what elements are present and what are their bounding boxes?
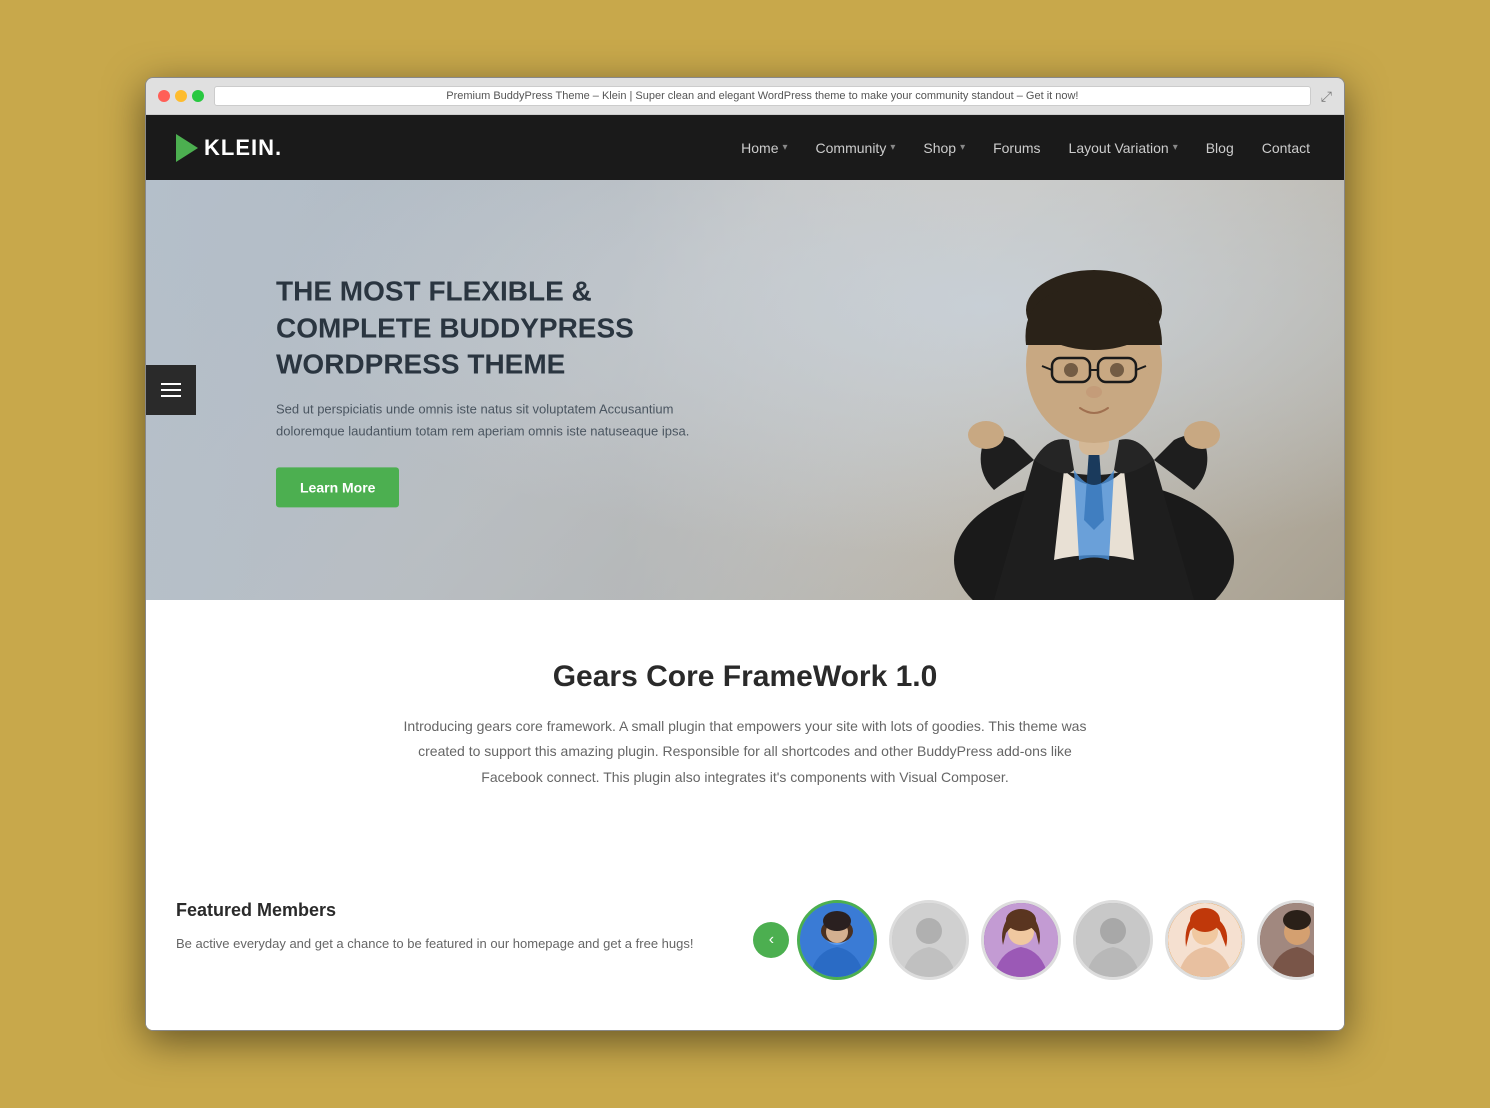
hero-content: THE MOST FLEXIBLE & COMPLETE BUDDYPRESS … xyxy=(276,274,716,507)
hamburger-line-2 xyxy=(161,389,181,391)
site-content: KLEIN. Home ▾ Community ▾ Shop ▾ Forums xyxy=(146,115,1344,1030)
hero-illustration xyxy=(894,180,1294,600)
nav-item-layout[interactable]: Layout Variation ▾ xyxy=(1065,132,1182,164)
nav-label-shop: Shop xyxy=(923,140,956,156)
member-avatar-1[interactable] xyxy=(797,900,877,980)
close-button[interactable] xyxy=(158,90,170,102)
features-description: Introducing gears core framework. A smal… xyxy=(395,714,1095,790)
nav-label-forums: Forums xyxy=(993,140,1040,156)
navbar: KLEIN. Home ▾ Community ▾ Shop ▾ Forums xyxy=(146,115,1344,180)
logo[interactable]: KLEIN. xyxy=(176,134,282,162)
nav-item-home[interactable]: Home ▾ xyxy=(737,132,791,164)
maximize-button[interactable] xyxy=(192,90,204,102)
avatar-image-1 xyxy=(800,903,874,977)
nav-arrow-shop: ▾ xyxy=(960,142,965,153)
features-section: Gears Core FrameWork 1.0 Introducing gea… xyxy=(146,600,1344,880)
member-avatar-6[interactable] xyxy=(1257,900,1314,980)
window-controls xyxy=(158,90,204,102)
member-avatar-2[interactable] xyxy=(889,900,969,980)
nav-item-community[interactable]: Community ▾ xyxy=(812,132,900,164)
hero-section: THE MOST FLEXIBLE & COMPLETE BUDDYPRESS … xyxy=(146,180,1344,600)
member-avatar-4[interactable] xyxy=(1073,900,1153,980)
nav-label-blog: Blog xyxy=(1206,140,1234,156)
nav-label-contact: Contact xyxy=(1262,140,1310,156)
members-description: Be active everyday and get a chance to b… xyxy=(176,933,693,955)
avatar-image-2 xyxy=(892,903,966,977)
avatar-image-4 xyxy=(1076,903,1150,977)
hero-subtitle: Sed ut perspiciatis unde omnis iste natu… xyxy=(276,399,716,443)
logo-icon xyxy=(176,134,198,162)
member-avatar-3[interactable] xyxy=(981,900,1061,980)
hamburger-line-3 xyxy=(161,395,181,397)
nav-item-forums[interactable]: Forums xyxy=(989,132,1044,164)
nav-item-contact[interactable]: Contact xyxy=(1258,132,1314,164)
sidebar-toggle[interactable] xyxy=(146,365,196,415)
expand-icon[interactable]: ⤢ xyxy=(1321,88,1332,105)
avatar-image-3 xyxy=(984,903,1058,977)
browser-window: Premium BuddyPress Theme – Klein | Super… xyxy=(145,77,1345,1031)
carousel-prev-button[interactable]: ‹ xyxy=(753,922,789,958)
nav-label-home: Home xyxy=(741,140,778,156)
features-title: Gears Core FrameWork 1.0 xyxy=(176,660,1314,694)
avatar-image-6 xyxy=(1260,903,1314,977)
person-svg xyxy=(904,180,1284,600)
url-bar[interactable]: Premium BuddyPress Theme – Klein | Super… xyxy=(214,86,1311,106)
nav-label-layout: Layout Variation xyxy=(1069,140,1169,156)
members-list xyxy=(797,900,1314,980)
nav-arrow-community: ▾ xyxy=(890,142,895,153)
nav-item-blog[interactable]: Blog xyxy=(1202,132,1238,164)
members-section: Featured Members Be active everyday and … xyxy=(146,880,1344,1030)
members-title: Featured Members xyxy=(176,900,693,921)
learn-more-button[interactable]: Learn More xyxy=(276,467,399,507)
minimize-button[interactable] xyxy=(175,90,187,102)
nav-menu: Home ▾ Community ▾ Shop ▾ Forums Layout … xyxy=(737,132,1314,164)
member-avatar-5[interactable] xyxy=(1165,900,1245,980)
hero-title: THE MOST FLEXIBLE & COMPLETE BUDDYPRESS … xyxy=(276,274,716,383)
nav-label-community: Community xyxy=(816,140,887,156)
browser-chrome: Premium BuddyPress Theme – Klein | Super… xyxy=(146,78,1344,115)
nav-arrow-layout: ▾ xyxy=(1173,142,1178,153)
hamburger-line-1 xyxy=(161,383,181,385)
nav-arrow-home: ▾ xyxy=(783,142,788,153)
logo-text: KLEIN. xyxy=(204,135,282,161)
nav-item-shop[interactable]: Shop ▾ xyxy=(919,132,969,164)
hamburger-icon xyxy=(161,383,181,397)
avatar-image-5 xyxy=(1168,903,1242,977)
members-text: Featured Members Be active everyday and … xyxy=(176,900,693,955)
members-carousel: ‹ xyxy=(753,900,1314,980)
